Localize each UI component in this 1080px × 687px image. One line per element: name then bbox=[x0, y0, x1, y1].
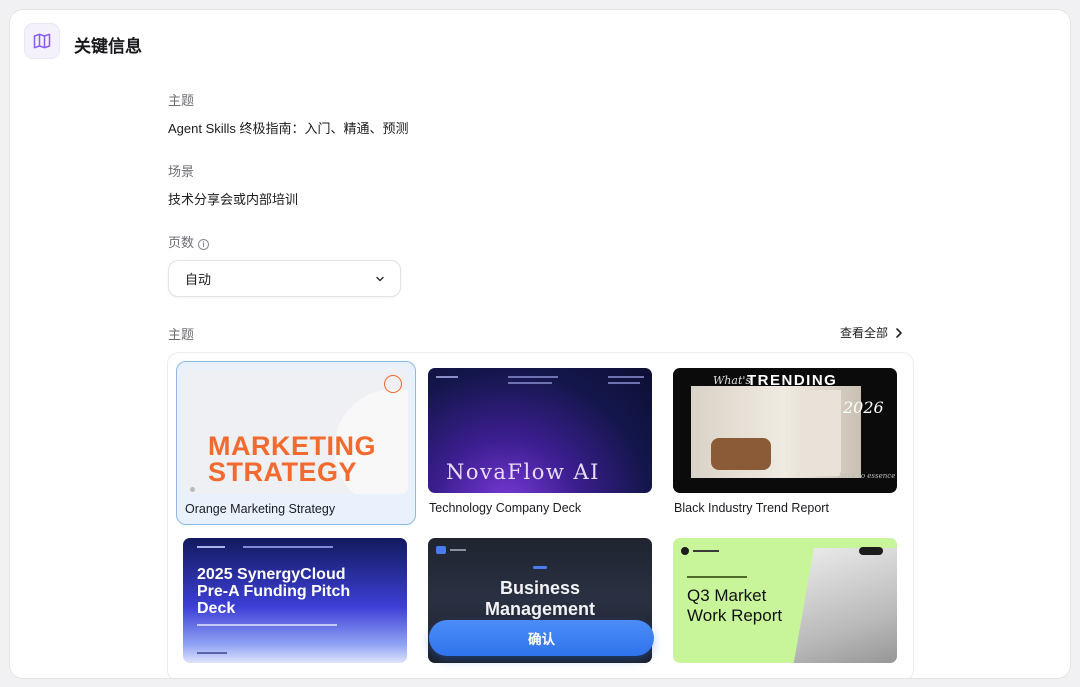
theme-card-synergycloud[interactable]: 2025 SynergyCloud Pre-A Funding Pitch De… bbox=[176, 531, 416, 678]
theme-card-title: Orange Marketing Strategy bbox=[185, 502, 336, 516]
theme-card-business-management[interactable]: Business Management bbox=[421, 531, 661, 678]
theme-card-black-trend[interactable]: What's TRENDING 2026 back to essence Bla… bbox=[666, 361, 906, 525]
theme-card-title: Black Industry Trend Report bbox=[674, 501, 829, 515]
view-all-label: 查看全部 bbox=[839, 326, 888, 340]
pages-label-row: 页数 i bbox=[168, 232, 210, 251]
theme-thumbnail: NovaFlow AI bbox=[428, 368, 652, 493]
theme-thumbnail: What's TRENDING 2026 back to essence bbox=[673, 368, 897, 493]
thumb-line2: Work Report bbox=[687, 606, 783, 625]
thumb-line1: Q3 Market bbox=[687, 586, 767, 605]
theme-card-title: Technology Company Deck bbox=[429, 501, 582, 515]
view-all-link[interactable]: 查看全部 bbox=[840, 324, 904, 341]
theme-thumbnail: 2025 SynergyCloud Pre-A Funding Pitch De… bbox=[183, 538, 407, 663]
chevron-right-icon bbox=[896, 327, 902, 338]
scene-value: 技术分享会或内部培训 bbox=[168, 192, 299, 207]
thumb-line1: Business bbox=[499, 578, 581, 598]
thumb-big: TRENDING bbox=[747, 372, 838, 389]
thumb-line2: Management bbox=[484, 599, 596, 619]
theme-card-technology-deck[interactable]: NovaFlow AI Technology Company Deck bbox=[421, 361, 661, 525]
thumb-line1: 2025 SynergyCloud bbox=[197, 566, 346, 583]
thumb-title-line1: MARKETING bbox=[208, 431, 376, 461]
pages-label: 页数 bbox=[168, 235, 195, 250]
theme-thumbnail: Q3 Market Work Report bbox=[673, 538, 897, 663]
theme-card-orange-marketing[interactable]: MARKETING STRATEGY Orange Marketing Stra… bbox=[176, 361, 416, 525]
thumb-title-line2: STRATEGY bbox=[208, 457, 358, 487]
pages-select-value: 自动 bbox=[185, 272, 212, 287]
info-icon[interactable]: i bbox=[198, 239, 210, 250]
thumb-small: What's bbox=[713, 374, 752, 387]
key-info-panel: 关键信息 主题 Agent Skills 终极指南：入门、精通、预测 场景 技术… bbox=[9, 9, 1071, 679]
theme-thumbnail: MARKETING STRATEGY bbox=[184, 369, 408, 494]
thumb-footer: back to essence bbox=[839, 472, 896, 480]
panel-title: 关键信息 bbox=[74, 37, 142, 56]
theme-card-q3-market[interactable]: Q3 Market Work Report bbox=[666, 531, 906, 678]
confirm-button[interactable]: 确认 bbox=[429, 620, 654, 656]
themes-label: 主题 bbox=[168, 327, 195, 342]
topic-value: Agent Skills 终极指南：入门、精通、预测 bbox=[168, 121, 409, 136]
chevron-down-icon bbox=[376, 276, 384, 281]
thumb-title: NovaFlow AI bbox=[446, 460, 600, 484]
thumb-line3: Deck bbox=[197, 600, 236, 617]
scene-label: 场景 bbox=[168, 164, 195, 179]
thumb-line2: Pre-A Funding Pitch bbox=[197, 583, 351, 600]
thumb-year: 2026 bbox=[843, 398, 884, 417]
pages-select[interactable]: 自动 bbox=[168, 260, 401, 297]
topic-label: 主题 bbox=[168, 93, 195, 108]
map-icon bbox=[24, 23, 60, 59]
